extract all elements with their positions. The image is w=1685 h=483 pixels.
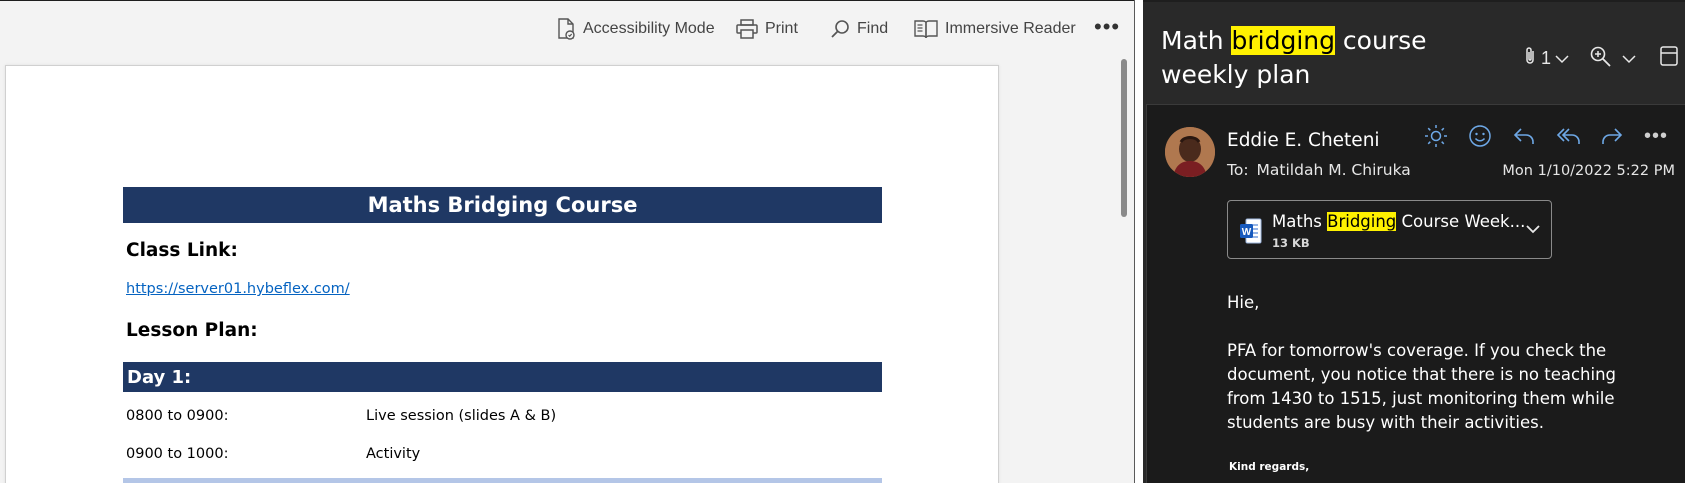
- message-signoff: Kind regards,: [1229, 461, 1310, 473]
- viewer-toolbar: Accessibility Mode Print Find Immersive …: [0, 2, 1134, 54]
- paperclip-icon: [1523, 46, 1537, 71]
- schedule-time: 0900 to 1000:: [126, 446, 229, 462]
- chevron-down-icon[interactable]: [1525, 222, 1541, 240]
- reading-pane: Math bridging course weekly plan 1 Eddie…: [1143, 0, 1685, 483]
- chevron-down-icon: [1622, 51, 1636, 69]
- reply-icon[interactable]: [1511, 123, 1537, 149]
- schedule-time: 0800 to 0900:: [126, 408, 229, 424]
- class-link[interactable]: https://server01.hybeflex.com/: [126, 281, 350, 297]
- attachment-count-button[interactable]: 1: [1523, 46, 1569, 71]
- more-icon: •••: [1094, 14, 1121, 39]
- reply-all-icon[interactable]: [1555, 123, 1581, 149]
- schedule-activity: Live session (slides A & B): [366, 408, 557, 424]
- message-greeting: Hie,: [1227, 293, 1260, 312]
- email-subject: Math bridging course weekly plan: [1161, 24, 1461, 92]
- search-icon: [830, 19, 850, 39]
- sun-icon[interactable]: [1423, 123, 1449, 149]
- print-label: Print: [765, 20, 798, 37]
- schedule-activity: Activity: [366, 446, 421, 462]
- avatar[interactable]: [1165, 127, 1215, 177]
- immersive-reader-label: Immersive Reader: [945, 20, 1076, 37]
- attachment-name: Maths Bridging Course Week...: [1272, 212, 1525, 231]
- word-document-icon: W: [1240, 218, 1262, 244]
- attachment-size: 13 KB: [1272, 236, 1310, 250]
- more-options-button[interactable]: •••: [1094, 13, 1120, 41]
- find-button[interactable]: Find: [830, 15, 888, 43]
- app-window: Accessibility Mode Print Find Immersive …: [0, 0, 1685, 483]
- document-title: Maths Bridging Course: [123, 187, 882, 223]
- lesson-plan-label: Lesson Plan:: [126, 320, 258, 341]
- message-date: Mon 1/10/2022 5:22 PM: [1502, 163, 1675, 179]
- attachment-name-text: Course Week...: [1396, 212, 1526, 231]
- emoji-reaction-icon[interactable]: [1467, 123, 1493, 149]
- next-section-bar: [123, 478, 882, 483]
- attachment-name-text: Maths: [1272, 212, 1328, 231]
- message-actions: •••: [1423, 123, 1669, 149]
- class-link-label: Class Link:: [126, 240, 238, 261]
- attachment-name-highlight: Bridging: [1327, 212, 1397, 231]
- svg-text:W: W: [1242, 227, 1252, 238]
- to-label: To:: [1227, 161, 1249, 179]
- document-scrollbar[interactable]: [1116, 59, 1134, 483]
- immersive-reader-button[interactable]: Immersive Reader: [914, 15, 1076, 43]
- document-viewer: Accessibility Mode Print Find Immersive …: [0, 0, 1134, 483]
- immersive-reader-icon: [914, 19, 938, 39]
- message-card: Eddie E. Cheteni To: Matildah M. Chiruka: [1146, 104, 1685, 483]
- subject-text: Math: [1161, 26, 1232, 55]
- reading-pane-toggle-button[interactable]: [1660, 46, 1678, 71]
- recipient-line: To: Matildah M. Chiruka: [1227, 161, 1411, 179]
- printer-icon: [736, 19, 758, 39]
- panel-icon: [1660, 46, 1678, 71]
- accessibility-mode-button[interactable]: Accessibility Mode: [556, 15, 715, 43]
- accessibility-icon: [556, 18, 576, 40]
- attachment-card[interactable]: W Maths Bridging Course Week... 13 KB: [1227, 200, 1552, 259]
- recipient-name[interactable]: Matildah M. Chiruka: [1257, 161, 1411, 179]
- attachment-count: 1: [1541, 48, 1552, 68]
- find-label: Find: [857, 20, 889, 37]
- subject-highlight: bridging: [1231, 26, 1335, 55]
- chevron-down-icon: [1555, 48, 1569, 69]
- forward-icon[interactable]: [1599, 123, 1625, 149]
- sender-name[interactable]: Eddie E. Cheteni: [1227, 130, 1380, 151]
- more-icon: •••: [1643, 124, 1668, 147]
- more-actions-button[interactable]: •••: [1643, 123, 1669, 149]
- day-heading: Day 1:: [123, 362, 882, 392]
- zoom-button[interactable]: [1590, 46, 1636, 73]
- message-body: PFA for tomorrow's coverage. If you chec…: [1227, 341, 1617, 432]
- accessibility-mode-label: Accessibility Mode: [583, 20, 715, 37]
- zoom-icon: [1590, 46, 1612, 73]
- document-page: Maths Bridging Course Class Link: https:…: [5, 65, 999, 483]
- print-button[interactable]: Print: [736, 15, 798, 43]
- pane-divider[interactable]: [1134, 0, 1143, 483]
- scrollbar-thumb[interactable]: [1121, 59, 1127, 217]
